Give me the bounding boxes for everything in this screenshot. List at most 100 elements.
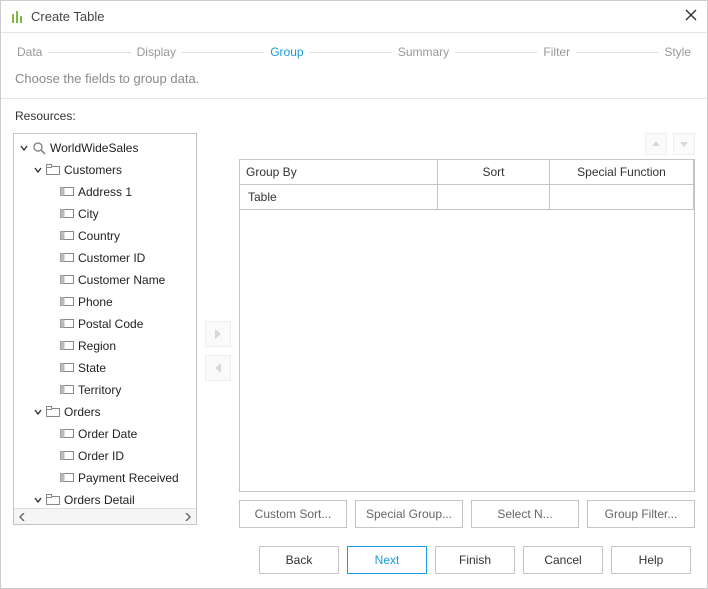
chevron-down-icon[interactable] — [32, 408, 44, 416]
tree-item[interactable]: Order ID — [14, 445, 196, 467]
tree-item-label: Customer ID — [76, 251, 145, 265]
tree-item[interactable]: Territory — [14, 379, 196, 401]
tree-item[interactable]: Postal Code — [14, 313, 196, 335]
field-icon — [58, 385, 76, 395]
tree-item[interactable]: WorldWideSales — [14, 137, 196, 159]
step-separator — [310, 52, 392, 53]
tree-item[interactable]: Order Date — [14, 423, 196, 445]
tree-item-label: Territory — [76, 383, 121, 397]
field-icon — [58, 231, 76, 241]
tree-item[interactable]: State — [14, 357, 196, 379]
field-icon — [58, 473, 76, 483]
tree-item-label: Orders — [62, 405, 101, 419]
tree-item[interactable]: Phone — [14, 291, 196, 313]
tree-item-label: City — [76, 207, 99, 221]
special-group-button[interactable]: Special Group... — [355, 500, 463, 528]
back-button[interactable]: Back — [259, 546, 339, 574]
cancel-button[interactable]: Cancel — [523, 546, 603, 574]
tree-item-label: Postal Code — [76, 317, 143, 331]
custom-sort-button[interactable]: Custom Sort... — [239, 500, 347, 528]
cell-special[interactable] — [550, 185, 694, 209]
app-icon — [11, 10, 25, 24]
tree-item[interactable]: Orders — [14, 401, 196, 423]
column-header-groupby[interactable]: Group By — [240, 160, 438, 184]
group-grid[interactable]: Group By Sort Special Function Table — [239, 159, 695, 492]
step-separator — [576, 52, 658, 53]
tree-item-label: Region — [76, 339, 116, 353]
scroll-right-icon[interactable] — [180, 510, 196, 524]
add-field-button[interactable] — [205, 321, 231, 347]
magnify-icon — [30, 141, 48, 155]
resources-label: Resources: — [1, 109, 76, 123]
grid-body: Table — [240, 185, 694, 491]
resources-panel: WorldWideSales Customers Address 1 City Coun… — [13, 133, 197, 528]
tree-item-label: Payment Received — [76, 471, 179, 485]
tree-item-label: Order Date — [76, 427, 137, 441]
tree-item-label: WorldWideSales — [48, 141, 138, 155]
move-up-button[interactable] — [645, 133, 667, 155]
grid-header: Group By Sort Special Function — [240, 160, 694, 185]
tree-item[interactable]: Customers — [14, 159, 196, 181]
step-summary[interactable]: Summary — [396, 43, 451, 61]
grid-row[interactable]: Table — [240, 185, 694, 210]
tree-item-label: Orders Detail — [62, 493, 135, 507]
tree-item-label: Country — [76, 229, 120, 243]
step-separator — [455, 52, 537, 53]
resources-tree-container: WorldWideSales Customers Address 1 City Coun… — [13, 133, 197, 525]
resources-tree[interactable]: WorldWideSales Customers Address 1 City Coun… — [14, 134, 196, 508]
finish-button[interactable]: Finish — [435, 546, 515, 574]
tree-item-label: Address 1 — [76, 185, 132, 199]
tree-item-label: Phone — [76, 295, 113, 309]
tree-item[interactable]: Address 1 — [14, 181, 196, 203]
tree-item[interactable]: Customer Name — [14, 269, 196, 291]
cell-groupby[interactable]: Table — [240, 185, 438, 209]
next-button[interactable]: Next — [347, 546, 427, 574]
step-style[interactable]: Style — [662, 43, 693, 61]
tree-item-label: State — [76, 361, 106, 375]
cell-sort[interactable] — [438, 185, 550, 209]
field-icon — [58, 319, 76, 329]
tree-item[interactable]: City — [14, 203, 196, 225]
step-group[interactable]: Group — [268, 43, 305, 61]
field-icon — [58, 187, 76, 197]
select-n-button[interactable]: Select N... — [471, 500, 579, 528]
group-actions: Custom Sort... Special Group... Select N… — [239, 500, 695, 528]
move-down-button[interactable] — [673, 133, 695, 155]
tree-item[interactable]: Payment Received — [14, 467, 196, 489]
instruction-text: Choose the fields to group data. — [1, 67, 707, 99]
tree-item-label: Customer Name — [76, 273, 165, 287]
window-title: Create Table — [31, 9, 104, 24]
field-icon — [58, 429, 76, 439]
chevron-down-icon[interactable] — [18, 144, 30, 152]
close-icon[interactable] — [685, 9, 697, 24]
column-header-special[interactable]: Special Function — [550, 160, 694, 184]
tree-item[interactable]: Orders Detail — [14, 489, 196, 508]
tree-item[interactable]: Region — [14, 335, 196, 357]
group-panel: Group By Sort Special Function Table Cus… — [239, 133, 695, 528]
chevron-down-icon[interactable] — [32, 496, 44, 504]
scroll-left-icon[interactable] — [14, 510, 30, 524]
field-icon — [58, 363, 76, 373]
horizontal-scrollbar[interactable] — [14, 508, 196, 524]
step-separator — [48, 52, 130, 53]
chevron-down-icon[interactable] — [32, 166, 44, 174]
field-icon — [58, 341, 76, 351]
help-button[interactable]: Help — [611, 546, 691, 574]
tree-item[interactable]: Customer ID — [14, 247, 196, 269]
column-header-sort[interactable]: Sort — [438, 160, 550, 184]
field-icon — [58, 253, 76, 263]
folder-icon — [44, 494, 62, 506]
step-display[interactable]: Display — [135, 43, 178, 61]
remove-field-button[interactable] — [205, 355, 231, 381]
footer: Back Next Finish Cancel Help — [1, 528, 707, 588]
tree-item[interactable]: Country — [14, 225, 196, 247]
reorder-buttons — [239, 133, 695, 155]
tree-item-label: Customers — [62, 163, 122, 177]
step-filter[interactable]: Filter — [541, 43, 572, 61]
titlebar: Create Table — [1, 1, 707, 33]
group-filter-button[interactable]: Group Filter... — [587, 500, 695, 528]
folder-icon — [44, 406, 62, 418]
workarea: WorldWideSales Customers Address 1 City Coun… — [1, 123, 707, 528]
step-data[interactable]: Data — [15, 43, 44, 61]
field-icon — [58, 451, 76, 461]
